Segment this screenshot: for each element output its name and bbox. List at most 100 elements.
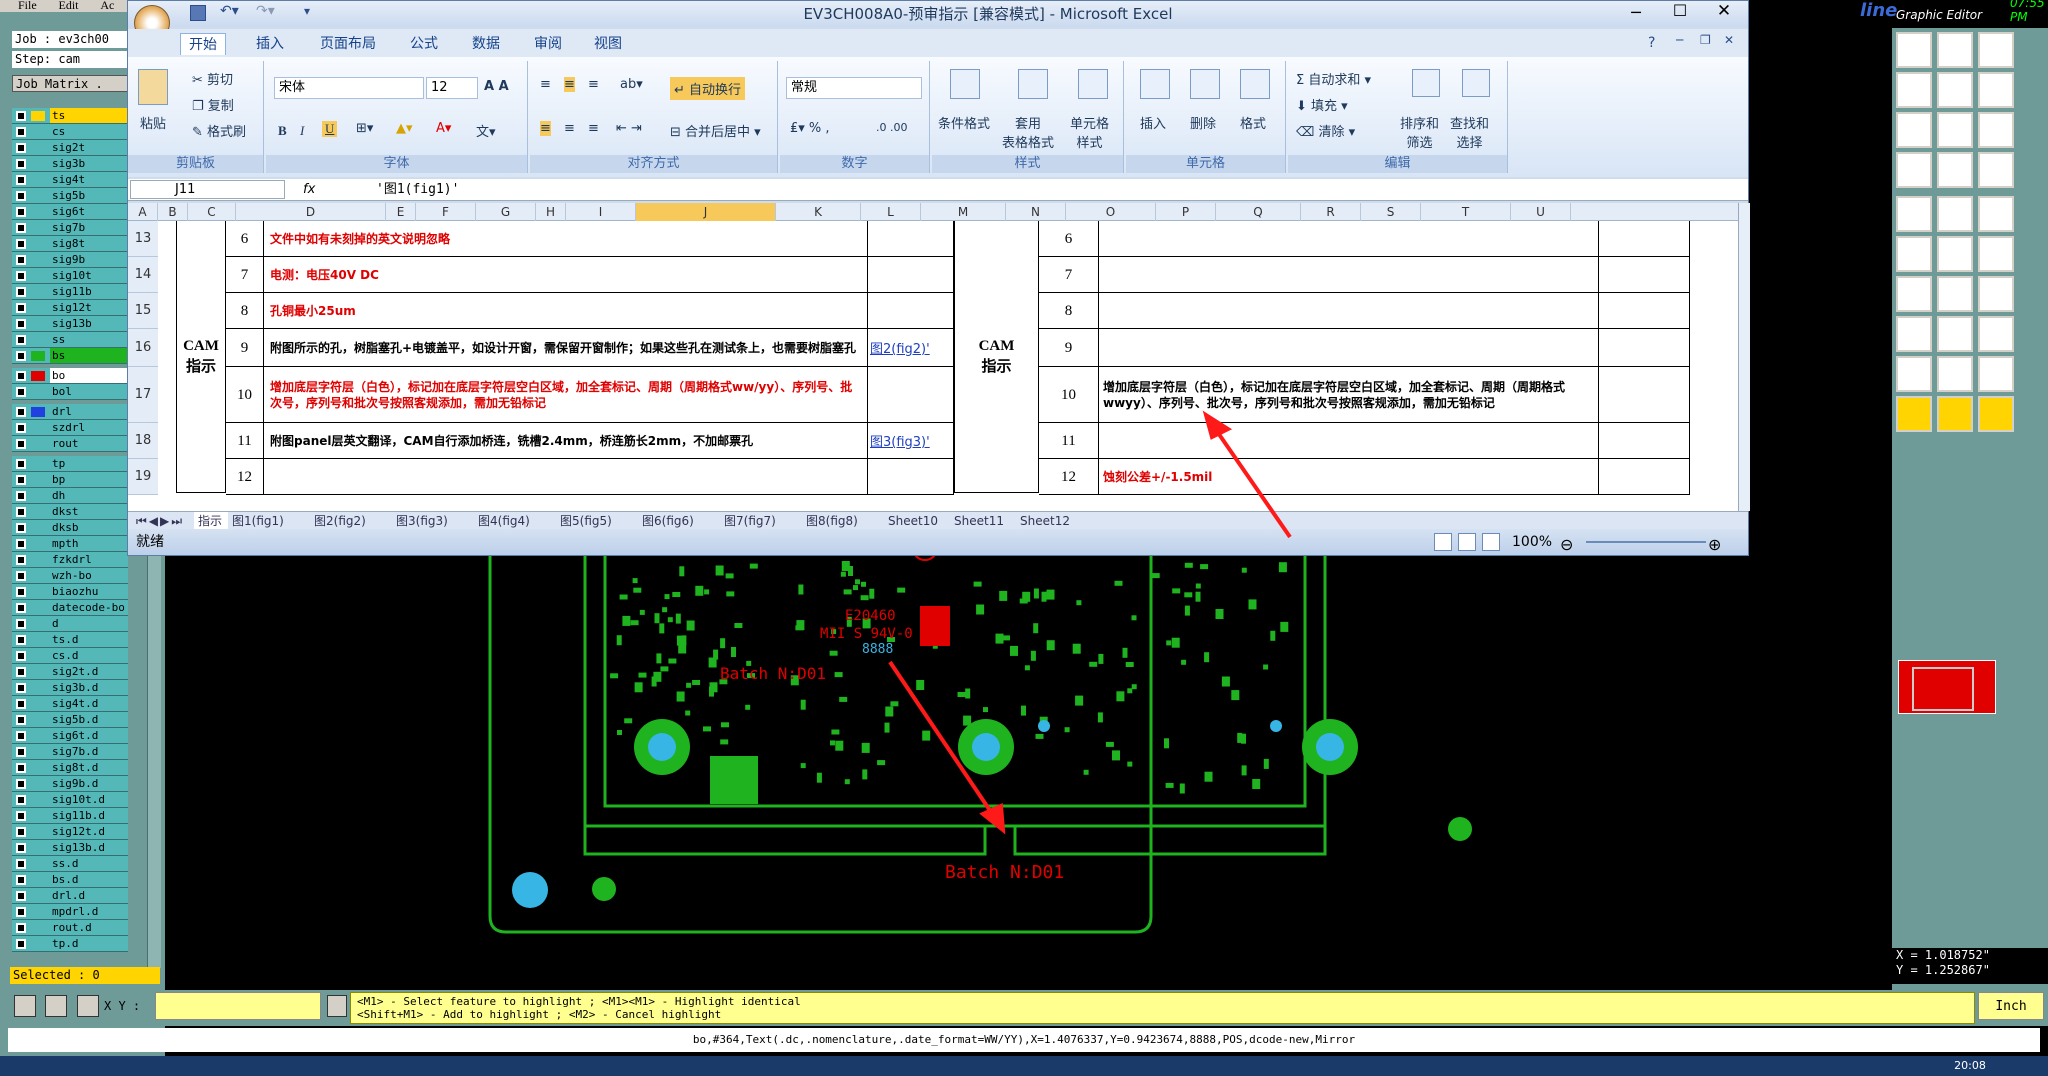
zoom-in-icon[interactable]: ⊕: [1708, 532, 1721, 558]
tool-icon[interactable]: [1978, 196, 2014, 232]
layer-checkbox[interactable]: [16, 491, 26, 501]
layer-checkbox[interactable]: [16, 907, 26, 917]
layer-row[interactable]: sig13b.d: [12, 840, 128, 856]
format-cells-button[interactable]: 格式: [1240, 113, 1266, 132]
tool-icon[interactable]: [1937, 356, 1973, 392]
layer-checkbox[interactable]: [16, 239, 26, 249]
wrap-text-button[interactable]: ↵ 自动换行: [670, 77, 746, 100]
layer-row[interactable]: cs: [12, 124, 128, 140]
normal-view-icon[interactable]: [1434, 533, 1452, 551]
layer-row[interactable]: tp: [12, 456, 128, 472]
sheet-tab[interactable]: 图7(fig7): [720, 512, 802, 530]
tool-icon[interactable]: [1978, 236, 2014, 272]
minimize-button[interactable]: ─: [1624, 3, 1648, 23]
figure-link[interactable]: [868, 367, 954, 423]
layer-row[interactable]: sig8t: [12, 236, 128, 252]
layer-row[interactable]: rout.d: [12, 920, 128, 936]
row-header[interactable]: 14: [128, 257, 158, 293]
clear-button[interactable]: ⌫ 清除 ▾: [1296, 121, 1355, 140]
layer-row[interactable]: sig10t.d: [12, 792, 128, 808]
measure-tool-icon[interactable]: [45, 995, 67, 1017]
layer-row[interactable]: d: [12, 616, 128, 632]
layer-row[interactable]: sig5b: [12, 188, 128, 204]
layer-row[interactable]: sig8t.d: [12, 760, 128, 776]
sort-filter-icon[interactable]: [1412, 69, 1440, 97]
layer-row[interactable]: tp.d: [12, 936, 128, 952]
layer-checkbox[interactable]: [16, 635, 26, 645]
tab-page-layout[interactable]: 页面布局: [312, 33, 384, 55]
workbook-restore-icon[interactable]: ❐: [1700, 33, 1711, 47]
figure-link[interactable]: [868, 221, 954, 257]
cell-styles-button[interactable]: 单元格 样式: [1070, 113, 1109, 151]
empty-cell[interactable]: [1599, 329, 1690, 367]
column-header[interactable]: C: [188, 203, 236, 221]
tool-icon[interactable]: [1896, 396, 1932, 432]
tab-view[interactable]: 视图: [586, 33, 630, 55]
insert-cells-icon[interactable]: [1140, 69, 1170, 99]
row-header[interactable]: 17: [128, 367, 158, 423]
layer-checkbox[interactable]: [16, 223, 26, 233]
layer-checkbox[interactable]: [16, 667, 26, 677]
column-header[interactable]: S: [1361, 203, 1421, 221]
tool-icon[interactable]: [1978, 72, 2014, 108]
layer-checkbox[interactable]: [16, 191, 26, 201]
layer-checkbox[interactable]: [16, 619, 26, 629]
layer-row[interactable]: sig5b.d: [12, 712, 128, 728]
find-select-button[interactable]: 查找和 选择: [1450, 113, 1489, 151]
accounting-icon[interactable]: ₤▾ % ,: [790, 121, 830, 136]
layer-checkbox[interactable]: [16, 827, 26, 837]
layer-row[interactable]: sig13b: [12, 316, 128, 332]
layer-row[interactable]: datecode-bo: [12, 600, 128, 616]
tab-home[interactable]: 开始: [180, 33, 226, 55]
sheet-nav-arrows[interactable]: ⏮◀▶⏭: [132, 512, 188, 530]
border-icon[interactable]: ⊞▾: [356, 121, 373, 136]
tool-icon[interactable]: [1937, 32, 1973, 68]
row-header[interactable]: 13: [128, 221, 158, 257]
layer-row[interactable]: dkst: [12, 504, 128, 520]
copy-button[interactable]: ❐ 复制: [192, 95, 234, 114]
layer-checkbox[interactable]: [16, 111, 26, 121]
format-cells-icon[interactable]: [1240, 69, 1270, 99]
figure-link[interactable]: [868, 293, 954, 329]
layer-row[interactable]: ts.d: [12, 632, 128, 648]
name-box[interactable]: J11: [130, 180, 285, 199]
phonetic-icon[interactable]: 文▾: [476, 121, 496, 140]
column-header[interactable]: O: [1066, 203, 1156, 221]
conditional-format-icon[interactable]: [950, 69, 980, 99]
sheet-tab[interactable]: Sheet11: [950, 512, 1016, 530]
tool-icon[interactable]: [1937, 152, 1973, 188]
row-header[interactable]: 15: [128, 293, 158, 329]
format-as-table-button[interactable]: 套用 表格格式: [1002, 113, 1054, 151]
fill-button[interactable]: ⬇ 填充 ▾: [1296, 95, 1348, 114]
tool-icon[interactable]: [1937, 196, 1973, 232]
font-size-select[interactable]: 12: [426, 77, 478, 99]
cell-styles-icon[interactable]: [1078, 69, 1108, 99]
menu-actions[interactable]: Ac: [100, 0, 114, 12]
layer-checkbox[interactable]: [16, 387, 26, 397]
redo-icon[interactable]: ↷▾: [256, 3, 275, 19]
layer-checkbox[interactable]: [16, 891, 26, 901]
align-center-icon[interactable]: ≡: [564, 121, 575, 136]
paste-button[interactable]: 粘贴: [140, 113, 166, 132]
layer-row[interactable]: sig6t.d: [12, 728, 128, 744]
layer-checkbox[interactable]: [16, 143, 26, 153]
conditional-format-button[interactable]: 条件格式: [938, 113, 990, 132]
sheet-tab[interactable]: 指示: [194, 512, 228, 530]
layer-row[interactable]: ss.d: [12, 856, 128, 872]
sheet-tab[interactable]: 图4(fig4): [474, 512, 556, 530]
layer-checkbox[interactable]: [16, 651, 26, 661]
layer-row[interactable]: drl.d: [12, 888, 128, 904]
sheet-tab[interactable]: 图6(fig6): [638, 512, 720, 530]
tool-icon[interactable]: [1978, 316, 2014, 352]
tool-icon[interactable]: [1937, 396, 1973, 432]
layer-row[interactable]: sig9b: [12, 252, 128, 268]
tool-icon[interactable]: [1896, 276, 1932, 312]
layer-checkbox[interactable]: [16, 335, 26, 345]
column-header[interactable]: T: [1421, 203, 1511, 221]
layer-checkbox[interactable]: [16, 303, 26, 313]
layer-row[interactable]: mpdrl.d: [12, 904, 128, 920]
layer-checkbox[interactable]: [16, 459, 26, 469]
xy-input[interactable]: [155, 992, 321, 1020]
zoom-level[interactable]: 100%: [1512, 529, 1552, 555]
grid-tool-icon[interactable]: [77, 995, 99, 1017]
